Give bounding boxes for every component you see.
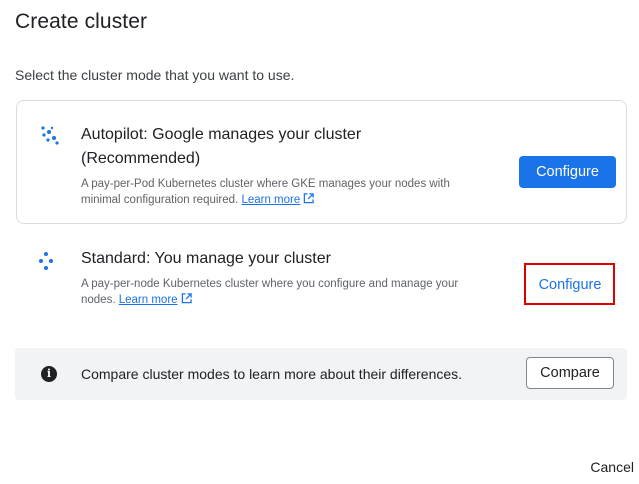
compare-info-banner: i Compare cluster modes to learn more ab… [15, 348, 627, 400]
autopilot-configure-button[interactable]: Configure [519, 156, 616, 188]
standard-learn-more-link[interactable]: Learn more [118, 293, 192, 306]
external-link-icon [303, 193, 314, 204]
standard-description-line2: nodes. Learn more [81, 292, 192, 308]
compare-button[interactable]: Compare [526, 357, 614, 389]
cancel-button[interactable]: Cancel [572, 456, 634, 478]
standard-nodes-icon [39, 252, 53, 270]
standard-title: Standard: You manage your cluster [81, 250, 331, 267]
autopilot-description-text: minimal configuration required. [81, 194, 239, 206]
autopilot-learn-more-label: Learn more [241, 194, 301, 206]
standard-description-line1: A pay-per-node Kubernetes cluster where … [81, 278, 459, 290]
standard-description-text: nodes. [81, 294, 116, 306]
autopilot-learn-more-link[interactable]: Learn more [241, 193, 314, 206]
autopilot-sparkle-icon [41, 126, 59, 145]
external-link-icon [181, 293, 192, 304]
dialog-title: Create cluster [15, 10, 148, 33]
autopilot-description-line1: A pay-per-Pod Kubernetes cluster where G… [81, 178, 450, 190]
compare-info-text: Compare cluster modes to learn more abou… [81, 366, 463, 382]
autopilot-title-line1: Autopilot: Google manages your cluster [81, 126, 362, 143]
info-icon: i [41, 366, 57, 382]
standard-learn-more-label: Learn more [118, 294, 178, 306]
dialog-subtitle: Select the cluster mode that you want to… [15, 67, 295, 83]
standard-configure-button[interactable]: Configure [528, 268, 612, 302]
autopilot-description-line2: minimal configuration required. Learn mo… [81, 192, 314, 208]
autopilot-title-line2: (Recommended) [81, 150, 201, 167]
